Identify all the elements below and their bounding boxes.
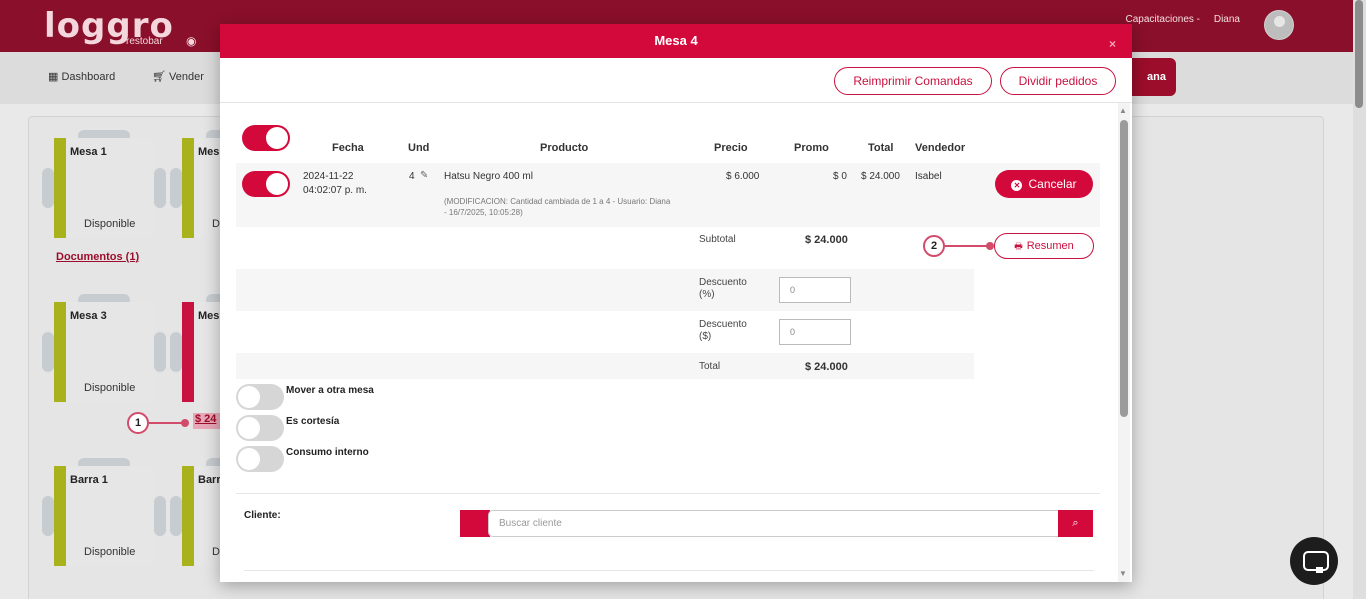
- occupied-table-amount[interactable]: $ 24: [193, 413, 221, 429]
- table-name: Mes: [198, 146, 220, 158]
- column-header-producto: Producto: [540, 142, 589, 154]
- move-table-label: Mover a otra mesa: [286, 385, 374, 396]
- user-company[interactable]: Capacitaciones -: [1126, 14, 1200, 25]
- client-label: Cliente:: [244, 510, 281, 521]
- table-state: Disponible: [84, 382, 136, 394]
- modal-toolbar: Reimprimir Comandas Dividir pedidos: [220, 58, 1132, 103]
- cart-icon: 🛒︎: [152, 71, 166, 83]
- scroll-up-icon[interactable]: ▲: [1119, 106, 1127, 115]
- table-name: Mesa 3: [70, 310, 107, 322]
- nav-dashboard[interactable]: ▦ Dashboard: [48, 70, 115, 83]
- subtotal-label: Subtotal: [699, 234, 736, 245]
- summary-print-button[interactable]: 🖶 Resumen: [994, 233, 1094, 259]
- documents-link[interactable]: Documentos (1): [56, 251, 139, 263]
- row-date: 2024-11-22: [303, 171, 354, 182]
- callout-dot-2: [986, 242, 994, 250]
- modal-header: Mesa 4 ×: [220, 24, 1132, 58]
- row-seller: Isabel: [915, 171, 942, 182]
- table-state: D: [212, 218, 220, 230]
- internal-consumption-toggle[interactable]: [236, 446, 284, 472]
- chat-support-icon[interactable]: [1290, 537, 1338, 585]
- column-header-promo: Promo: [794, 142, 829, 154]
- divider: [244, 570, 1094, 571]
- pencil-icon[interactable]: ✎: [420, 170, 428, 181]
- row-quantity: 4: [409, 171, 415, 182]
- row-total: $ 24.000: [861, 171, 900, 182]
- row-price: $ 6.000: [726, 171, 760, 182]
- divider: [236, 493, 1100, 494]
- select-all-toggle[interactable]: [242, 125, 290, 151]
- nav-vender-label: Vender: [169, 71, 204, 83]
- cancel-item-label: Cancelar: [1028, 177, 1077, 191]
- printer-icon: 🖶: [1014, 241, 1023, 251]
- column-header-total: Total: [868, 142, 894, 154]
- client-search-input[interactable]: Buscar cliente: [488, 510, 1060, 537]
- callout-marker-1: 1: [127, 412, 149, 434]
- client-search-button[interactable]: ⌕: [1058, 510, 1093, 537]
- row-modification-note: (MODIFICACION: Cantidad cambiada de 1 a …: [444, 197, 671, 217]
- courtesy-toggle[interactable]: [236, 415, 284, 441]
- discount-amount-label: Descuento ($): [699, 319, 747, 342]
- discount-percent-row: [236, 269, 974, 311]
- client-add-button[interactable]: [460, 510, 490, 537]
- table-state: D: [212, 546, 220, 558]
- nav-vender[interactable]: 🛒︎ Vender: [152, 70, 204, 83]
- column-header-fecha: Fecha: [332, 142, 364, 154]
- page-scrollbar-thumb[interactable]: [1355, 0, 1363, 108]
- user-name[interactable]: Diana: [1214, 14, 1240, 25]
- total-label: Total: [699, 361, 721, 372]
- row-product: Hatsu Negro 400 ml: [444, 171, 533, 182]
- table-card-mesa-3[interactable]: Mesa 3 Disponible: [42, 294, 166, 402]
- column-header-vendedor: Vendedor: [915, 142, 966, 154]
- table-name: Mesa 1: [70, 146, 107, 158]
- modal-scrollbar-thumb[interactable]: [1120, 120, 1128, 417]
- nav-dashboard-label: Dashboard: [61, 71, 116, 83]
- scroll-down-icon[interactable]: ▼: [1119, 569, 1127, 578]
- move-table-toggle[interactable]: [236, 384, 284, 410]
- dashboard-icon: ▦: [48, 71, 59, 83]
- avatar[interactable]: [1264, 10, 1294, 40]
- discount-amount-input[interactable]: 0: [779, 319, 851, 345]
- reprint-orders-button[interactable]: Reimprimir Comandas: [834, 67, 992, 95]
- column-header-und: Und: [408, 142, 430, 154]
- row-promo: $ 0: [833, 171, 847, 182]
- table-name: Barra 1: [70, 474, 108, 486]
- eye-icon[interactable]: ◉: [186, 34, 196, 48]
- row-time: 04:02:07 p. m.: [303, 185, 367, 196]
- callout-line-2: [945, 245, 991, 247]
- table-card-mesa-1[interactable]: Mesa 1 Disponible: [42, 130, 166, 238]
- column-header-precio: Precio: [714, 142, 748, 154]
- cancel-circle-icon: ✕: [1011, 180, 1023, 191]
- callout-line-1: [149, 422, 185, 424]
- subtotal-value: $ 24.000: [805, 234, 848, 246]
- callout-marker-2: 2: [923, 235, 945, 257]
- row-select-toggle[interactable]: [242, 171, 290, 197]
- table-name: Barr: [198, 474, 221, 486]
- summary-print-label: Resumen: [1026, 240, 1074, 252]
- discount-percent-label: Descuento (%): [699, 277, 747, 300]
- cancel-item-button[interactable]: ✕ Cancelar: [995, 170, 1093, 198]
- total-row: [236, 353, 974, 379]
- modal-title: Mesa 4: [654, 33, 698, 48]
- discount-amount-row: [236, 311, 974, 353]
- internal-consumption-label: Consumo interno: [286, 447, 369, 458]
- table-name: Mes: [198, 310, 220, 322]
- courtesy-label: Es cortesía: [286, 416, 340, 427]
- table-state: Disponible: [84, 546, 136, 558]
- total-value: $ 24.000: [805, 361, 848, 373]
- callout-dot-1: [181, 419, 189, 427]
- search-icon: ⌕: [1072, 517, 1079, 529]
- logo-subtitle: restobar: [126, 36, 163, 47]
- discount-percent-input[interactable]: 0: [779, 277, 851, 303]
- table-card-barra-1[interactable]: Barra 1 Disponible: [42, 458, 166, 566]
- table-state: Disponible: [84, 218, 136, 230]
- split-orders-button[interactable]: Dividir pedidos: [1000, 67, 1116, 95]
- table-order-modal: Mesa 4 × Reimprimir Comandas Dividir ped…: [220, 24, 1132, 582]
